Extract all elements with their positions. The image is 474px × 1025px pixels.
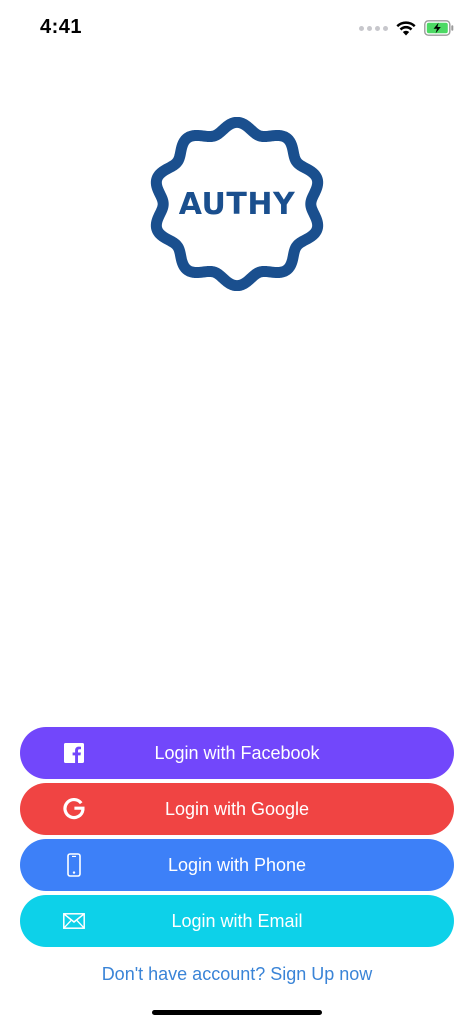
login-google-button[interactable]: Login with Google — [20, 783, 454, 835]
status-time: 4:41 — [40, 16, 83, 38]
authy-logo: AUTHY — [147, 117, 327, 291]
logo-text: AUTHY — [178, 186, 296, 222]
google-icon — [62, 797, 86, 821]
wifi-icon — [396, 20, 416, 35]
email-icon — [62, 909, 86, 933]
battery-charging-icon — [424, 20, 454, 36]
status-bar: 4:41 — [0, 0, 474, 56]
login-phone-label: Login with Phone — [167, 854, 307, 875]
signal-dots-icon — [359, 25, 388, 31]
login-facebook-label: Login with Facebook — [154, 742, 320, 763]
login-phone-button[interactable]: Login with Phone — [20, 839, 454, 891]
login-facebook-button[interactable]: Login with Facebook — [20, 727, 454, 779]
status-icons — [359, 17, 454, 39]
login-google-label: Login with Google — [164, 798, 310, 819]
login-email-button[interactable]: Login with Email — [20, 895, 454, 947]
signup-link[interactable]: Don't have account? Sign Up now — [0, 964, 474, 985]
facebook-icon — [62, 741, 86, 765]
phone-icon — [62, 853, 86, 877]
login-email-label: Login with Email — [171, 910, 303, 931]
home-indicator — [152, 1010, 322, 1015]
